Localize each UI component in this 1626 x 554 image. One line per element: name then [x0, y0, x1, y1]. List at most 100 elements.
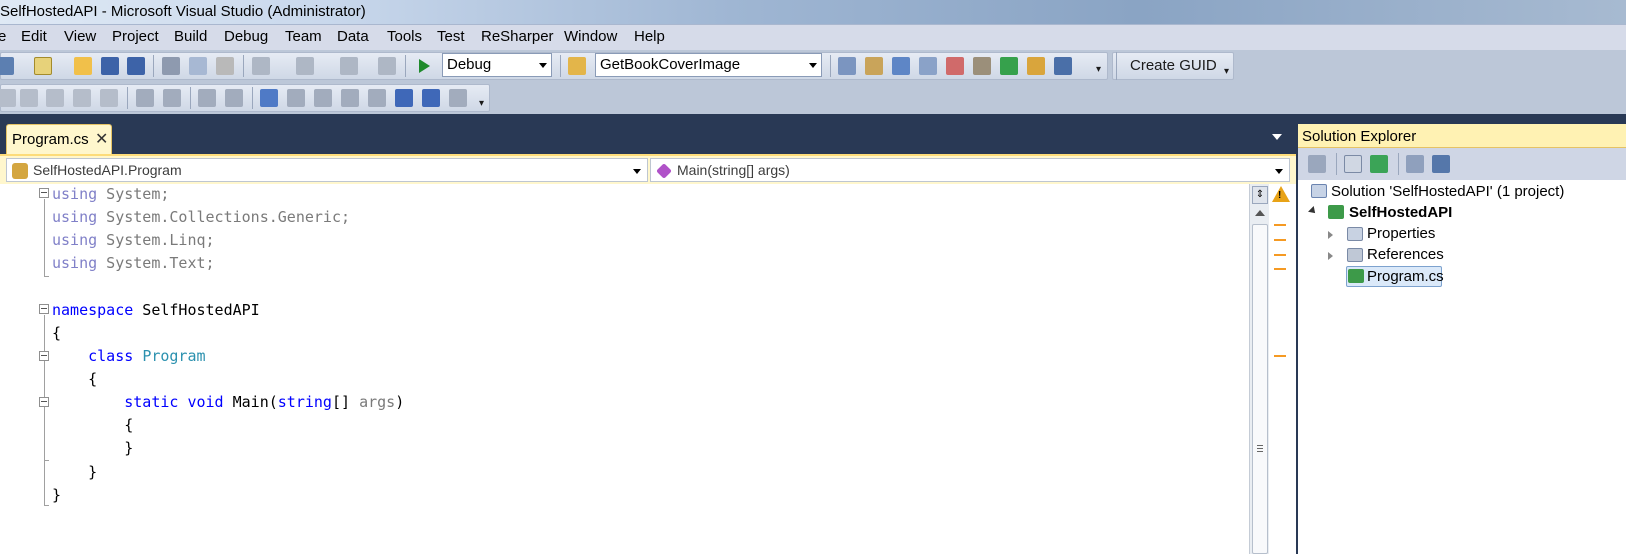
properties-node[interactable]: Properties	[1367, 225, 1435, 242]
previous-bookmark-in-folder-icon[interactable]	[341, 89, 359, 107]
next-bookmark-in-document-icon[interactable]	[422, 89, 440, 107]
project-node[interactable]: SelfHostedAPI	[1349, 204, 1452, 221]
menu-view[interactable]: View	[64, 28, 96, 45]
tab-program-cs[interactable]: Program.cs ✕	[6, 124, 112, 154]
active-files-dropdown-icon[interactable]	[1272, 134, 1282, 140]
show-all-files-icon[interactable]	[1308, 155, 1326, 173]
warning-marker[interactable]	[1274, 254, 1286, 256]
scroll-up-icon[interactable]	[1255, 210, 1265, 216]
toggle-bookmark-icon[interactable]	[260, 89, 278, 107]
solution-explorer-icon[interactable]	[838, 57, 856, 75]
collapse-icon[interactable]	[39, 351, 49, 361]
view-code-icon[interactable]	[1432, 155, 1450, 173]
find-in-files-icon[interactable]	[568, 57, 586, 75]
decrease-indent-icon[interactable]	[136, 89, 154, 107]
navigate-backward-icon[interactable]	[340, 57, 358, 75]
toolbar-separator	[190, 87, 191, 109]
fold-line	[44, 460, 49, 461]
toolbar-separator	[405, 55, 406, 77]
menu-team[interactable]: Team	[285, 28, 322, 45]
warning-marker[interactable]	[1274, 224, 1286, 226]
team-explorer-icon[interactable]	[1027, 57, 1045, 75]
previous-bookmark-icon[interactable]	[287, 89, 305, 107]
code-line: using System.Collections.Generic;	[52, 208, 351, 226]
close-icon[interactable]: ✕	[95, 129, 108, 149]
create-guid-button[interactable]: Create GUID	[1116, 52, 1224, 80]
paste-icon[interactable]	[216, 57, 234, 75]
properties-icon[interactable]	[1344, 155, 1362, 173]
menu-tools[interactable]: Tools	[387, 28, 422, 45]
save-icon[interactable]	[101, 57, 119, 75]
warning-marker[interactable]	[1274, 268, 1286, 270]
toolbar-overflow-icon[interactable]: ▾	[1224, 66, 1234, 77]
menu-test[interactable]: Test	[437, 28, 465, 45]
program-cs-node[interactable]: Program.cs	[1367, 268, 1444, 285]
undo-icon[interactable]	[252, 57, 270, 75]
toolbar-overflow-icon[interactable]: ▾	[479, 98, 489, 109]
cut-icon[interactable]	[162, 57, 180, 75]
warning-marker[interactable]	[1274, 239, 1286, 241]
scrollbar-thumb[interactable]	[1252, 224, 1268, 554]
uncomment-lines-icon[interactable]	[225, 89, 243, 107]
next-bookmark-icon[interactable]	[314, 89, 332, 107]
expand-arrow-icon[interactable]	[1328, 231, 1333, 239]
window-title: SelfHostedAPI - Microsoft Visual Studio …	[0, 3, 366, 20]
copy-icon[interactable]	[189, 57, 207, 75]
start-page-icon[interactable]	[946, 57, 964, 75]
menu-help[interactable]: Help	[634, 28, 665, 45]
add-item-icon[interactable]	[34, 57, 52, 75]
redo-icon[interactable]	[296, 57, 314, 75]
clear-bookmarks-icon[interactable]	[449, 89, 467, 107]
references-node[interactable]: References	[1367, 246, 1444, 263]
view-class-diagram-icon[interactable]	[1406, 155, 1424, 173]
menu-edit[interactable]: Edit	[21, 28, 47, 45]
menu-resharper[interactable]: ReSharper	[481, 28, 554, 45]
code-editor[interactable]: using System; using System.Collections.G…	[0, 184, 1296, 554]
solution-configuration-value: Debug	[447, 56, 492, 73]
new-project-icon[interactable]	[0, 57, 14, 75]
comment-lines-icon[interactable]	[198, 89, 216, 107]
refresh-icon[interactable]	[1370, 155, 1388, 173]
collapse-icon[interactable]	[39, 304, 49, 314]
split-window-icon[interactable]: ⇕	[1252, 186, 1268, 204]
member-list-icon[interactable]	[0, 89, 16, 107]
previous-bookmark-in-document-icon[interactable]	[395, 89, 413, 107]
import-export-icon[interactable]	[1000, 57, 1018, 75]
object-browser-icon[interactable]	[892, 57, 910, 75]
menu-file[interactable]: e	[0, 28, 6, 45]
expand-arrow-icon[interactable]	[1328, 252, 1333, 260]
quick-info-icon[interactable]	[46, 89, 64, 107]
extension-manager-icon[interactable]	[973, 57, 991, 75]
open-file-icon[interactable]	[74, 57, 92, 75]
menu-project[interactable]: Project	[112, 28, 159, 45]
find-combo[interactable]: GetBookCoverImage	[595, 53, 822, 77]
next-bookmark-in-folder-icon[interactable]	[368, 89, 386, 107]
menu-window[interactable]: Window	[564, 28, 617, 45]
toolbar-separator	[243, 55, 244, 77]
complete-word-icon[interactable]	[73, 89, 91, 107]
warning-marker[interactable]	[1274, 355, 1286, 357]
increase-indent-icon[interactable]	[163, 89, 181, 107]
types-dropdown-value: SelfHostedAPI.Program	[33, 162, 182, 178]
solution-node[interactable]: Solution 'SelfHostedAPI' (1 project)	[1331, 183, 1564, 200]
chevron-down-icon	[809, 63, 817, 68]
display-word-icon[interactable]	[100, 89, 118, 107]
members-dropdown[interactable]: Main(string[] args)	[650, 158, 1290, 182]
collapse-icon[interactable]	[39, 397, 49, 407]
code-line: {	[52, 370, 98, 388]
collapse-icon[interactable]	[39, 188, 49, 198]
editor-vertical-scrollbar[interactable]: ⇕	[1249, 184, 1269, 554]
toolbar-overflow-icon[interactable]: ▾	[1096, 64, 1106, 75]
menu-debug[interactable]: Debug	[224, 28, 268, 45]
menu-data[interactable]: Data	[337, 28, 369, 45]
menu-build[interactable]: Build	[174, 28, 207, 45]
start-debugging-icon[interactable]	[419, 59, 430, 73]
properties-window-icon[interactable]	[865, 57, 883, 75]
navigate-forward-icon[interactable]	[378, 57, 396, 75]
toolbox-icon[interactable]	[919, 57, 937, 75]
types-dropdown[interactable]: SelfHostedAPI.Program	[6, 158, 648, 182]
solution-configuration-dropdown[interactable]: Debug	[442, 53, 552, 77]
save-all-icon[interactable]	[127, 57, 145, 75]
command-window-icon[interactable]	[1054, 57, 1072, 75]
parameter-info-icon[interactable]	[20, 89, 38, 107]
